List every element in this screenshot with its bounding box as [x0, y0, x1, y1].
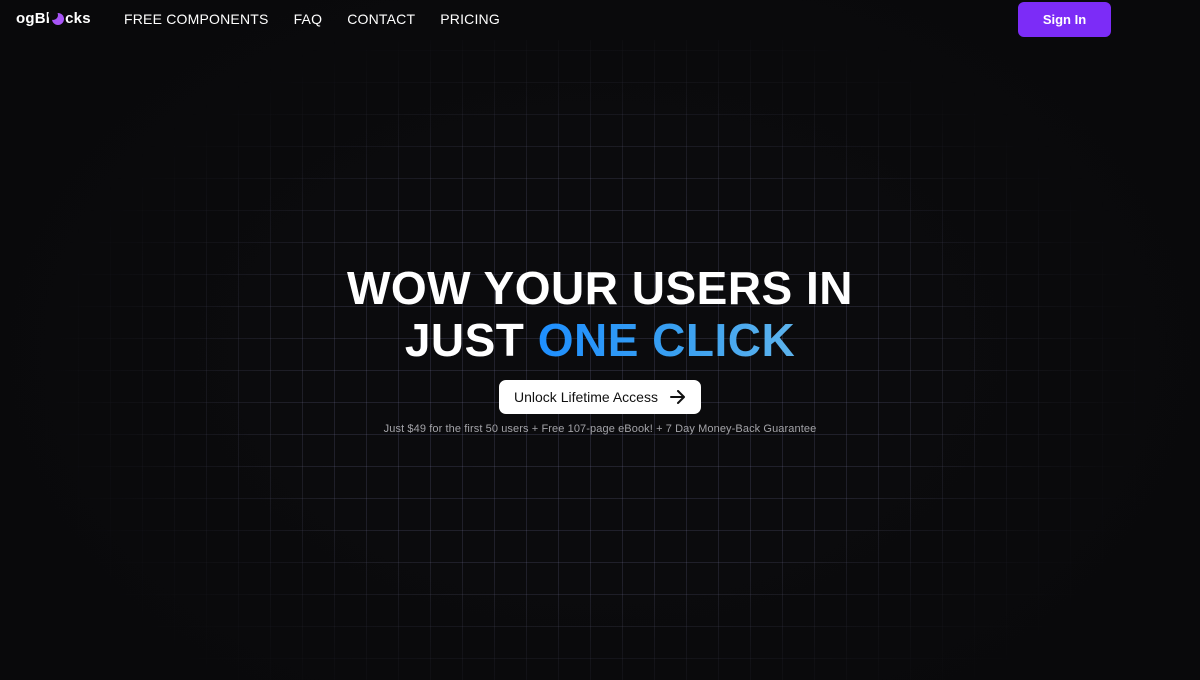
- logo-text-prefix: ogBl: [16, 10, 51, 27]
- hero-headline: WOW YOUR USERS IN JUST ONE CLICK: [0, 262, 1200, 366]
- headline-line-1: WOW YOUR USERS IN: [346, 262, 853, 314]
- nav-links: FREE COMPONENTS FAQ CONTACT PRICING: [124, 11, 500, 27]
- headline-plain-text: JUST: [404, 314, 538, 366]
- hero-section: WOW YOUR USERS IN JUST ONE CLICK Unlock …: [0, 262, 1200, 435]
- arrow-right-icon: [669, 390, 685, 404]
- nav-link-contact[interactable]: CONTACT: [347, 11, 415, 27]
- moon-icon: [48, 9, 65, 25]
- headline-line-2: JUST ONE CLICK: [0, 314, 1200, 366]
- landing-page: ogBl cks FREE COMPONENTS FAQ CONTACT PRI…: [0, 0, 1200, 680]
- nav-link-pricing[interactable]: PRICING: [440, 11, 500, 27]
- unlock-lifetime-access-button[interactable]: Unlock Lifetime Access: [499, 380, 701, 414]
- logo-text-suffix: cks: [65, 10, 91, 27]
- sign-in-button[interactable]: Sign In: [1018, 2, 1111, 37]
- pricing-subtext: Just $49 for the first 50 users + Free 1…: [383, 423, 817, 435]
- nav-link-faq[interactable]: FAQ: [294, 11, 323, 27]
- top-navigation: ogBl cks FREE COMPONENTS FAQ CONTACT PRI…: [0, 0, 1200, 40]
- cta-label: Unlock Lifetime Access: [514, 389, 658, 405]
- nav-link-free-components[interactable]: FREE COMPONENTS: [124, 11, 269, 27]
- brand-logo[interactable]: ogBl cks: [16, 9, 91, 27]
- headline-accent-text: ONE CLICK: [537, 314, 796, 366]
